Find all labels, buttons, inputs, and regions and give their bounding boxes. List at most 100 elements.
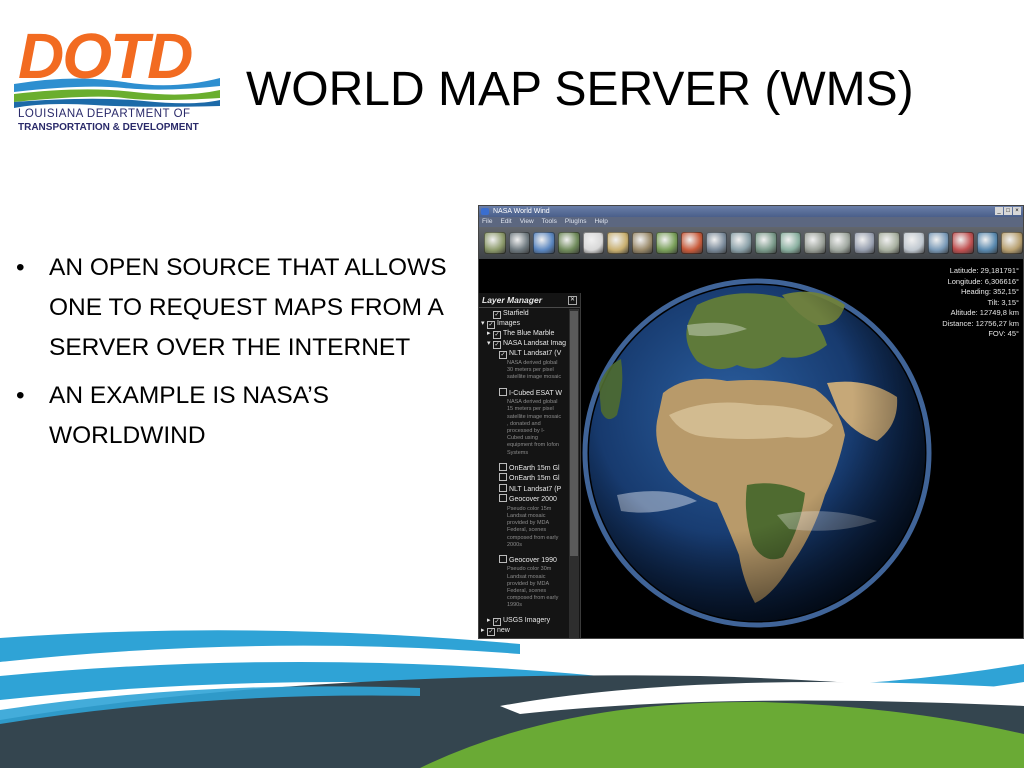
layer-label: Geocover 1990 xyxy=(509,556,557,564)
layer-description: Pseudo color 30m Landsat mosaic provided… xyxy=(507,566,559,609)
layer-node[interactable]: ▾ ✓ NASA Landsat Imag xyxy=(481,339,567,349)
bullet-text: AN EXAMPLE IS NASA’S WORLDWIND xyxy=(49,382,330,449)
settings-icon[interactable] xyxy=(1001,232,1023,254)
clock-icon[interactable] xyxy=(582,232,605,254)
menu-tools[interactable]: Tools xyxy=(542,217,557,227)
layer-node[interactable]: OnEarth 15m Gl xyxy=(481,462,567,474)
map-icon[interactable] xyxy=(853,232,876,254)
layer-manager-title: Layer Manager xyxy=(482,295,542,305)
checkbox-checked[interactable]: ✓ xyxy=(493,331,501,339)
menu-file[interactable]: File xyxy=(482,217,492,227)
layer-label: NASA Landsat Imag xyxy=(503,340,567,347)
menu-help[interactable]: Help xyxy=(595,217,608,227)
bullet-item: • AN OPEN SOURCE THAT ALLOWS ONE TO REQU… xyxy=(16,248,461,368)
map-icon[interactable] xyxy=(828,232,851,254)
logo-subtitle-line1: LOUISIANA DEPARTMENT OF xyxy=(18,108,191,120)
checkbox-unchecked[interactable] xyxy=(499,554,507,563)
flag-icon[interactable] xyxy=(952,232,974,254)
checkbox-unchecked[interactable] xyxy=(499,473,507,482)
layer-node[interactable]: Geocover 2000 xyxy=(481,494,567,505)
dotd-logo: DOTD LOUISIANA DEPARTMENT OF TRANSPORTAT… xyxy=(14,22,220,138)
readout-heading: Heading: 352,15° xyxy=(960,287,1019,296)
terrain-icon[interactable] xyxy=(681,232,703,254)
bullet-list: • AN OPEN SOURCE THAT ALLOWS ONE TO REQU… xyxy=(16,248,461,464)
map-icon[interactable] xyxy=(755,232,777,254)
readout-tilt: Tilt: 3,15° xyxy=(987,297,1019,307)
checkbox-unchecked[interactable] xyxy=(499,462,507,471)
bullet-item: • AN EXAMPLE IS NASA’S WORLDWIND xyxy=(16,376,461,456)
bullet-dot: • xyxy=(16,382,25,409)
layer-label: NLT Landsat7 (V xyxy=(509,350,562,357)
worldwind-window: NASA World Wind _ □ × File Edit View Too… xyxy=(478,205,1024,639)
bullet-dot: • xyxy=(16,254,25,281)
search-icon[interactable] xyxy=(607,232,629,254)
window-title: NASA World Wind xyxy=(493,208,550,215)
layer-node[interactable]: I-Cubed ESAT W xyxy=(481,387,567,399)
scale-icon[interactable] xyxy=(705,232,728,254)
grid-icon[interactable] xyxy=(508,232,531,254)
scrollbar-thumb[interactable] xyxy=(570,311,578,556)
readout-distance: Distance: 12756,27 km xyxy=(942,318,1019,328)
layer-label: Geocover 2000 xyxy=(509,496,557,504)
layers-icon[interactable] xyxy=(484,232,506,254)
menu-bar: File Edit View Tools PlugIns Help xyxy=(479,217,1023,227)
minimize-button[interactable]: _ xyxy=(995,207,1003,215)
layer-description: Pseudo color 15m Landsat mosaic provided… xyxy=(507,505,559,548)
layer-node[interactable]: ▸ ✓ The Blue Marble xyxy=(481,329,567,339)
map-icon[interactable] xyxy=(878,232,900,254)
logo-subtitle-line2: TRANSPORTATION & DEVELOPMENT xyxy=(18,122,199,133)
layer-description: NASA derived global 15 meters per pixel … xyxy=(507,399,562,456)
window-titlebar[interactable]: NASA World Wind _ □ × xyxy=(479,206,1023,217)
landsat-icon[interactable] xyxy=(656,232,679,254)
layer-label: NLT Landsat7 (P xyxy=(509,485,562,493)
menu-view[interactable]: View xyxy=(520,217,534,227)
layer-label: Images xyxy=(497,320,520,327)
map-icon[interactable] xyxy=(779,232,802,254)
image-icon[interactable] xyxy=(631,232,654,254)
checkbox-unchecked[interactable] xyxy=(499,387,507,396)
checkbox-unchecked[interactable] xyxy=(499,494,507,503)
layer-node[interactable]: NLT Landsat7 (P xyxy=(481,483,567,495)
layer-node[interactable]: Geocover 1990 xyxy=(481,554,567,566)
checkbox-unchecked[interactable] xyxy=(499,483,507,492)
app-globe-icon xyxy=(481,208,489,215)
globe-icon[interactable] xyxy=(557,232,580,254)
layer-manager-close-button[interactable]: ✕ xyxy=(568,296,577,305)
layer-manager-panel: Layer Manager ✕ ✓ Starfield ▾ ✓ Images ▸ ✓ The … xyxy=(479,293,581,638)
map-icon[interactable] xyxy=(804,232,826,254)
close-button[interactable]: × xyxy=(1013,207,1021,215)
layer-tree: ✓ Starfield ▾ ✓ Images ▸ ✓ The Blue Marble ▾ ✓ NAS… xyxy=(481,309,567,636)
checkbox-checked[interactable]: ✓ xyxy=(487,321,495,329)
place-icon[interactable] xyxy=(927,232,950,254)
map-icon[interactable] xyxy=(730,232,753,254)
layer-node[interactable]: OnEarth 15m Gl xyxy=(481,473,567,484)
window-controls: _ □ × xyxy=(995,207,1021,215)
magnify-icon[interactable] xyxy=(902,232,925,254)
readout-latitude: Latitude: 29,181791° xyxy=(949,266,1019,275)
layer-description: NASA derived global 30 meters per pixel … xyxy=(507,360,562,381)
layer-manager-header: Layer Manager ✕ xyxy=(479,293,580,308)
bullet-text: AN OPEN SOURCE THAT ALLOWS ONE TO REQUES… xyxy=(49,254,447,361)
compass-icon[interactable] xyxy=(533,232,555,254)
slide-title: WORLD MAP SERVER (WMS) xyxy=(246,63,914,116)
layer-label: OnEarth 15m Gl xyxy=(509,475,560,483)
layer-manager-scrollbar[interactable] xyxy=(569,309,579,638)
layer-label: OnEarth 15m Gl xyxy=(509,464,560,472)
toolbar xyxy=(479,227,1023,259)
layer-node[interactable]: ✓ NLT Landsat7 (V xyxy=(481,349,567,359)
layer-label: The Blue Marble xyxy=(503,330,555,337)
readout-longitude: Longitude: 6,306616° xyxy=(947,276,1019,286)
layer-node[interactable]: ✓ Starfield xyxy=(481,309,567,319)
network-icon[interactable] xyxy=(976,232,999,254)
checkbox-checked[interactable]: ✓ xyxy=(493,311,501,319)
maximize-button[interactable]: □ xyxy=(1004,207,1012,215)
layer-label: Starfield xyxy=(503,310,529,317)
checkbox-checked[interactable]: ✓ xyxy=(493,341,501,349)
earth-globe-icon xyxy=(582,278,932,628)
layer-node[interactable]: ▾ ✓ Images xyxy=(481,319,567,329)
footer-swoosh-graphic xyxy=(0,630,1024,768)
menu-plugins[interactable]: PlugIns xyxy=(565,217,587,227)
layer-label: I-Cubed ESAT W xyxy=(509,389,563,397)
menu-edit[interactable]: Edit xyxy=(500,217,511,227)
checkbox-checked[interactable]: ✓ xyxy=(499,351,507,359)
